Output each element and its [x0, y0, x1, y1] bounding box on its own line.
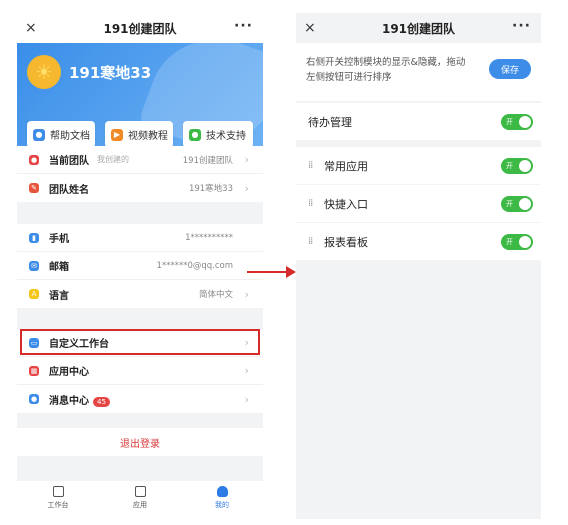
team-group: ● 当前团队 我创建的 191创建团队 › ✎ 团队姓名 191寒地33 › [17, 146, 263, 202]
more-icon[interactable]: ··· [512, 18, 531, 34]
toggle-knob [519, 235, 531, 248]
drag-handle-icon[interactable]: ⁞⁞ [308, 198, 313, 208]
bottom-tab-bar: 工作台 应用 我的 [17, 481, 263, 515]
tech-support-button[interactable]: ● 技术支持 [183, 121, 253, 148]
module-label: 报表看板 [324, 235, 368, 249]
chevron-right-icon: › [244, 153, 249, 166]
email-row[interactable]: ✉ 邮箱 1******0@qq.com [17, 252, 263, 280]
module-toggle[interactable]: 开 [501, 195, 533, 212]
mail-icon: ✉ [29, 260, 39, 271]
custom-workbench-screen: × 191创建团队 ··· 右侧开关控制模块的显示&隐藏，拖动左侧按钮可进行排序… [296, 13, 541, 519]
message-icon: ● [29, 394, 39, 404]
current-team-hint: 我创建的 [97, 155, 129, 164]
chevron-right-icon: › [244, 181, 249, 195]
phone-icon: ▮ [29, 232, 39, 243]
close-icon[interactable]: × [25, 20, 37, 36]
module-label: 快捷入口 [324, 197, 368, 211]
profile-screen: × 191创建团队 ··· ☀ 191寒地33 ● 帮助文档 ▶ 视频教程 ● … [17, 13, 263, 515]
module-toggle[interactable]: 开 [501, 157, 533, 174]
drag-handle-icon[interactable]: ⁞⁞ [308, 236, 313, 246]
user-name: 191寒地33 [69, 64, 152, 82]
tab-mine-label: 我的 [215, 501, 229, 509]
module-row-todo: 待办管理 开 [296, 103, 541, 140]
person-icon [216, 486, 228, 497]
chevron-right-icon: › [244, 364, 249, 377]
current-team-value: 191创建团队 [182, 155, 233, 166]
tab-workbench-label: 工作台 [47, 501, 69, 509]
module-label: 常用应用 [324, 159, 368, 173]
email-value: 1******0@qq.com [156, 260, 233, 271]
tab-mine[interactable]: 我的 [181, 481, 263, 515]
video-icon: ▶ [111, 128, 123, 141]
language-icon: A [29, 289, 39, 299]
logout-button[interactable]: 退出登录 [17, 428, 263, 456]
team-name-row[interactable]: ✎ 团队姓名 191寒地33 › [17, 174, 263, 202]
help-docs-button[interactable]: ● 帮助文档 [27, 121, 95, 148]
video-tutorial-label: 视频教程 [128, 131, 168, 142]
drag-handle-icon[interactable]: ⁞⁞ [308, 160, 313, 170]
close-icon[interactable]: × [304, 20, 316, 36]
toggle-knob [519, 197, 531, 210]
module-row-shortcuts: ⁞⁞ 快捷入口 开 [296, 185, 541, 222]
app-center-label: 应用中心 [49, 367, 89, 378]
grid-icon [134, 486, 146, 497]
avatar[interactable]: ☀ [27, 55, 61, 89]
current-team-label: 当前团队 [49, 156, 89, 167]
toggle-on-text: 开 [506, 117, 513, 126]
module-toggle[interactable]: 开 [501, 113, 533, 130]
message-center-text: 消息中心 [49, 395, 89, 407]
phone-label: 手机 [49, 234, 69, 245]
module-row-report-board: ⁞⁞ 报表看板 开 [296, 223, 541, 260]
grid-icon: ▦ [29, 365, 39, 376]
module-label: 待办管理 [308, 115, 352, 129]
page-title: 191创建团队 [103, 21, 177, 36]
toggle-knob [519, 115, 531, 128]
arrow-right-icon [286, 266, 296, 278]
module-toggle[interactable]: 开 [501, 233, 533, 250]
video-tutorial-button[interactable]: ▶ 视频教程 [105, 121, 173, 148]
highlight-box [20, 329, 260, 355]
message-center-label: 消息中心 45 [49, 392, 110, 407]
save-button[interactable]: 保存 [489, 59, 531, 79]
monitor-icon [52, 486, 64, 497]
title-bar: × 191创建团队 ··· [17, 13, 263, 43]
language-row[interactable]: A 语言 简体中文 › [17, 280, 263, 308]
toggle-on-text: 开 [506, 199, 513, 208]
phone-row[interactable]: ▮ 手机 1********** [17, 224, 263, 252]
phone-value: 1********** [185, 232, 233, 243]
page-title: 191创建团队 [381, 21, 456, 36]
language-value: 简体中文 [198, 290, 233, 300]
app-center-row[interactable]: ▦ 应用中心 › [17, 357, 263, 385]
tab-apps-label: 应用 [133, 501, 147, 509]
tech-support-label: 技术支持 [206, 131, 246, 142]
tab-apps[interactable]: 应用 [99, 481, 181, 515]
email-label: 邮箱 [49, 262, 69, 273]
chevron-right-icon: › [244, 287, 249, 301]
arrow-shaft [247, 271, 287, 273]
profile-header: ☀ 191寒地33 ● 帮助文档 ▶ 视频教程 ● 技术支持 [17, 43, 263, 153]
message-center-row[interactable]: ● 消息中心 45 › [17, 385, 263, 413]
toggle-on-text: 开 [506, 161, 513, 170]
bulb-icon: ● [33, 128, 45, 141]
more-icon[interactable]: ··· [234, 18, 253, 34]
tab-workbench[interactable]: 工作台 [17, 481, 99, 515]
team-name-value: 191寒地33 [188, 184, 233, 194]
help-docs-label: 帮助文档 [50, 131, 90, 142]
module-row-common-apps: ⁞⁞ 常用应用 开 [296, 147, 541, 184]
team-icon: ● [29, 154, 39, 165]
title-bar: × 191创建团队 ··· [296, 13, 541, 43]
account-group: ▮ 手机 1********** ✉ 邮箱 1******0@qq.com A … [17, 224, 263, 308]
toggle-knob [519, 159, 531, 172]
edit-icon: ✎ [29, 183, 39, 193]
current-team-row[interactable]: ● 当前团队 我创建的 191创建团队 › [17, 146, 263, 174]
language-label: 语言 [49, 290, 69, 302]
team-name-label: 团队姓名 [49, 184, 89, 196]
unread-badge: 45 [93, 396, 110, 407]
chat-icon: ● [189, 128, 201, 141]
toggle-on-text: 开 [506, 237, 513, 246]
chevron-right-icon: › [244, 392, 249, 406]
